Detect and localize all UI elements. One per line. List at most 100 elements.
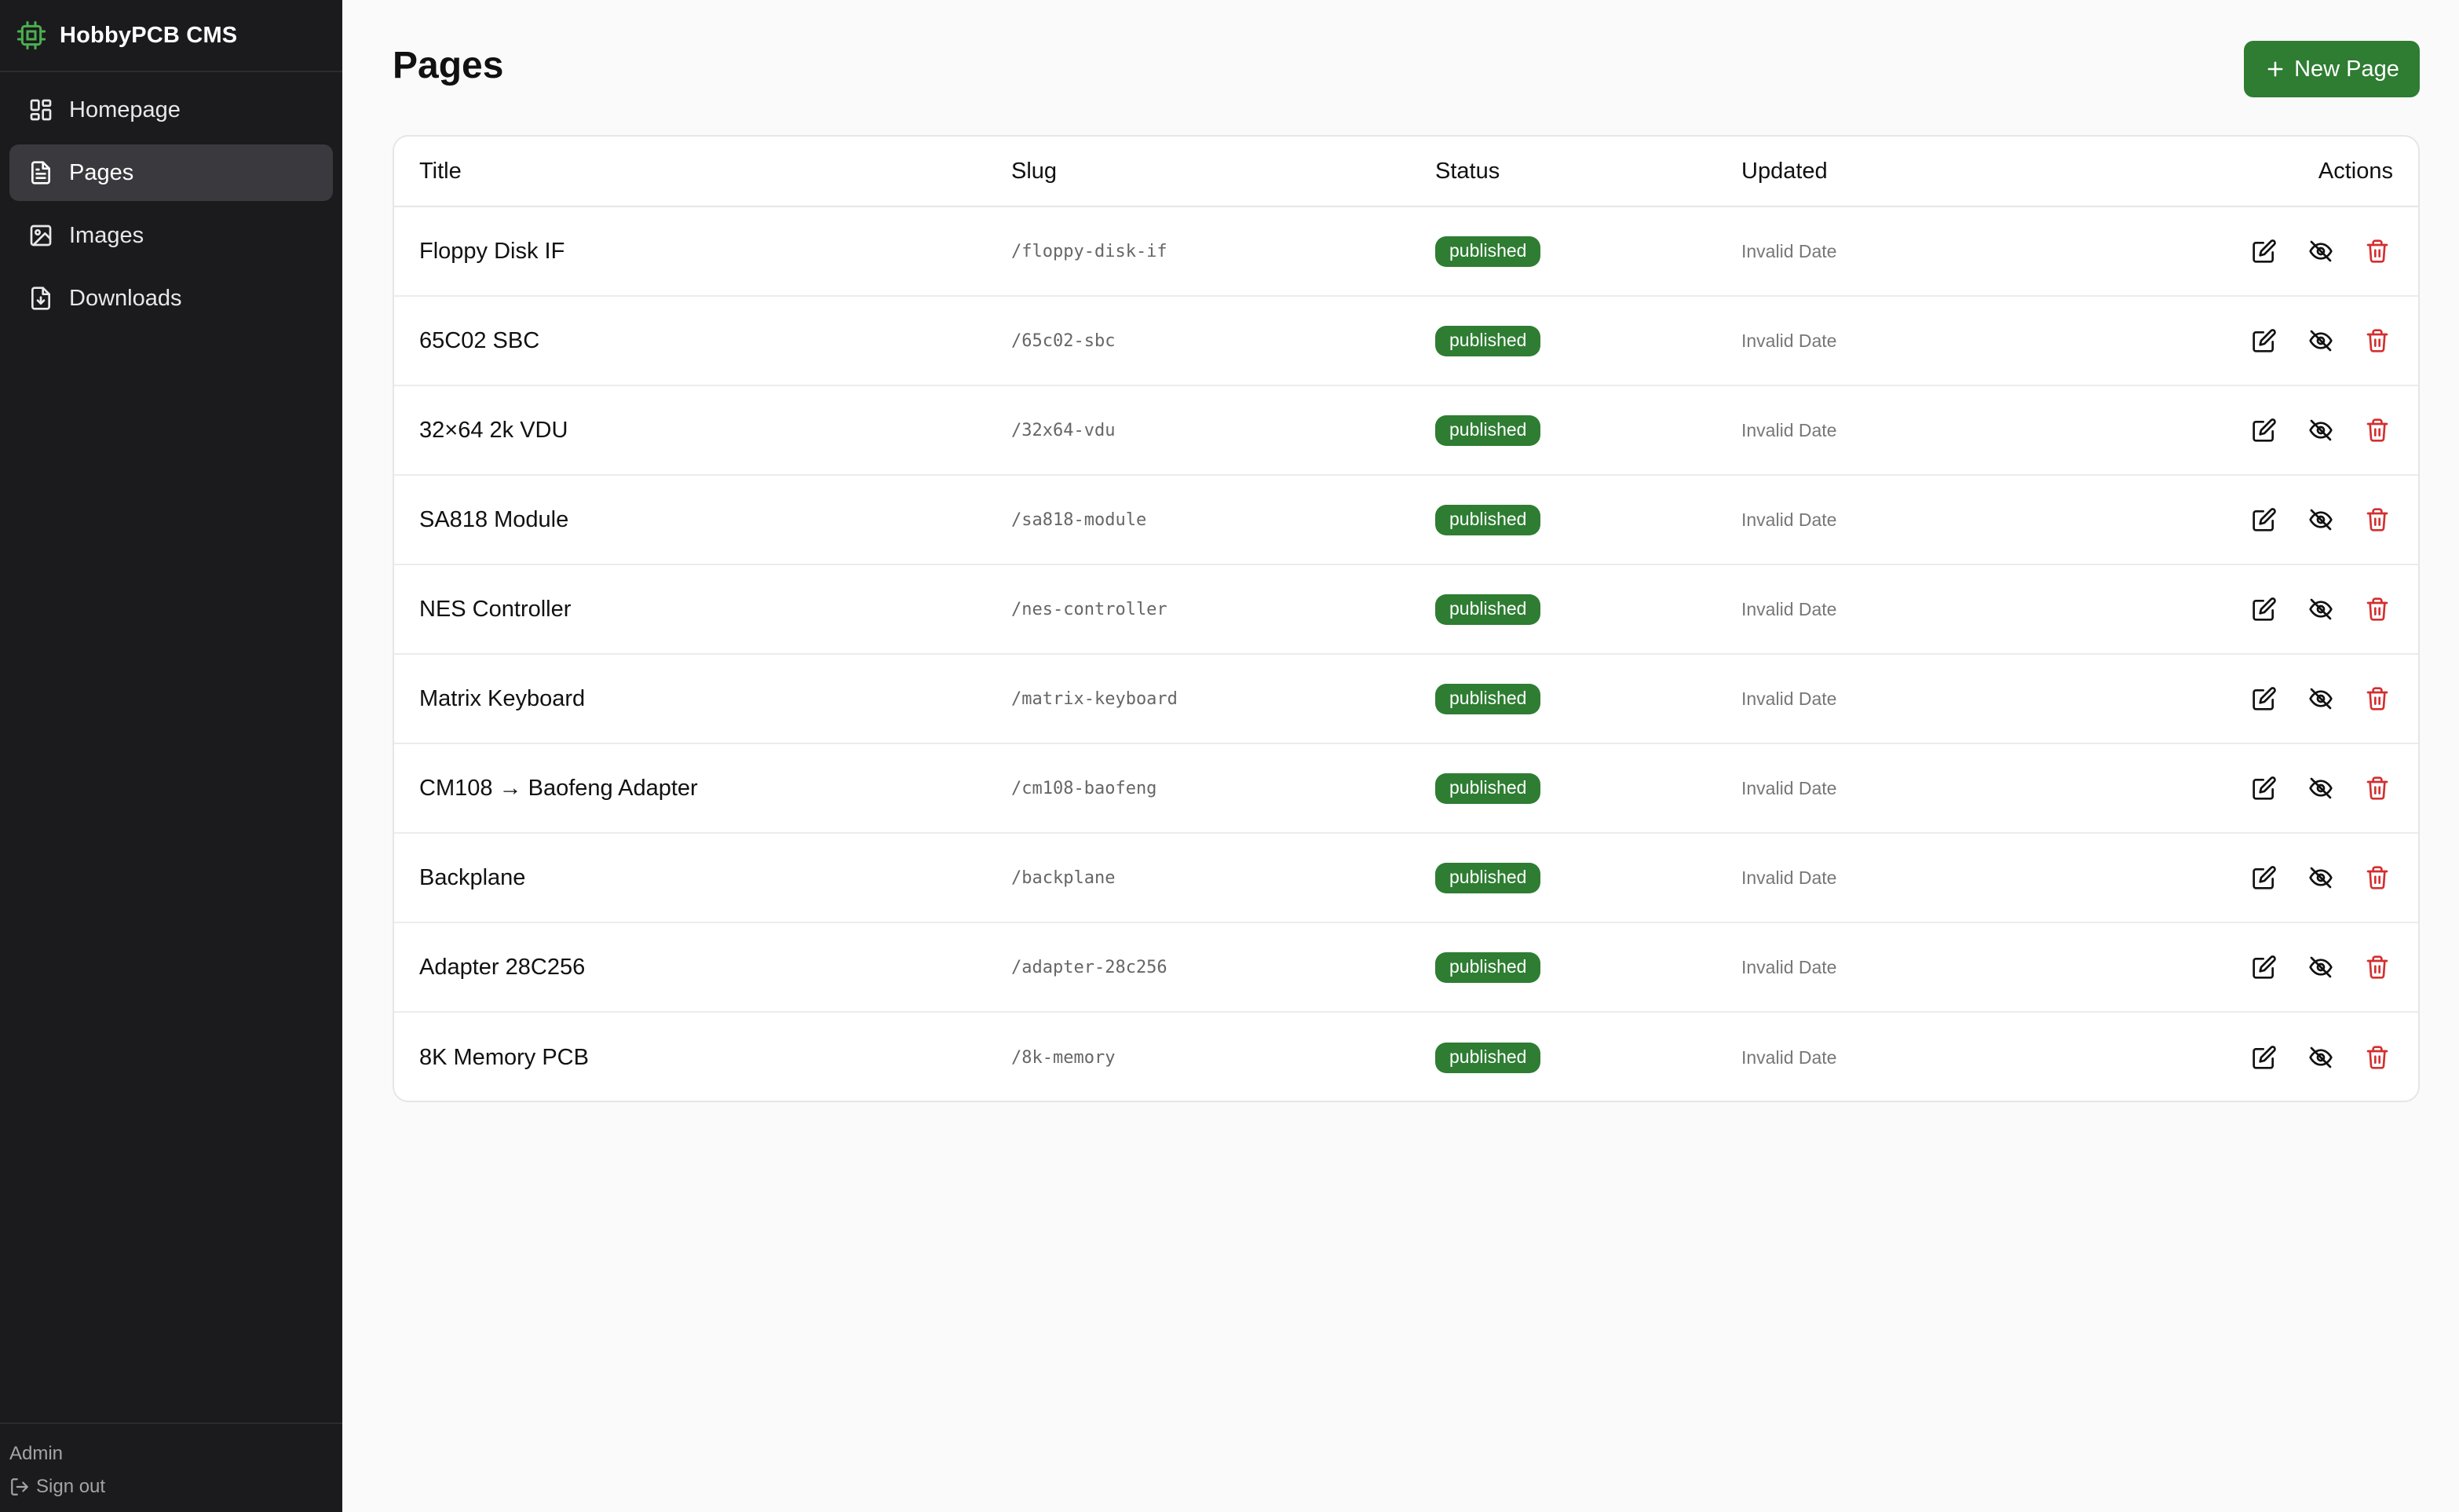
eye-off-icon[interactable] [2305, 772, 2337, 804]
row-actions [2212, 862, 2418, 893]
row-title: Adapter 28C256 [419, 954, 586, 980]
column-header-title[interactable]: Title [394, 159, 1011, 184]
row-title: Matrix Keyboard [419, 685, 586, 711]
edit-icon[interactable] [2249, 593, 2280, 625]
sidebar-item-pages[interactable]: Pages [9, 144, 333, 201]
page-title: Pages [393, 45, 504, 86]
table-row[interactable]: 8K Memory PCB /8k-memory published Inval… [394, 1013, 2418, 1101]
row-updated: Invalid Date [1741, 867, 1837, 888]
status-badge: published [1435, 683, 1541, 714]
sidebar-footer: Admin Sign out [0, 1423, 342, 1512]
row-updated: Invalid Date [1741, 240, 1837, 261]
row-title: SA818 Module [419, 506, 569, 532]
row-status-cell: published [1435, 1042, 1741, 1073]
table-row[interactable]: NES Controller /nes-controller published… [394, 565, 2418, 655]
table-row[interactable]: Matrix Keyboard /matrix-keyboard publish… [394, 655, 2418, 744]
row-slug: /matrix-keyboard [1011, 688, 1178, 709]
row-title: Floppy Disk IF [419, 238, 565, 264]
column-header-actions: Actions [2318, 158, 2393, 184]
row-updated: Invalid Date [1741, 956, 1837, 977]
table-row[interactable]: Floppy Disk IF /floppy-disk-if published… [394, 207, 2418, 297]
row-slug: /65c02-sbc [1011, 331, 1116, 351]
trash-icon[interactable] [2362, 236, 2393, 267]
row-actions [2212, 593, 2418, 625]
row-slug: /backplane [1011, 867, 1116, 888]
edit-icon[interactable] [2249, 1042, 2280, 1073]
row-title: CM108 → Baofeng Adapter [419, 775, 698, 801]
file-download-icon [28, 286, 53, 311]
edit-icon[interactable] [2249, 325, 2280, 356]
edit-icon[interactable] [2249, 951, 2280, 983]
row-actions [2212, 325, 2418, 356]
edit-icon[interactable] [2249, 504, 2280, 535]
pages-table: Title Slug Status Updated Actions Floppy… [393, 135, 2420, 1102]
trash-icon[interactable] [2362, 504, 2393, 535]
row-updated: Invalid Date [1741, 1046, 1837, 1068]
edit-icon[interactable] [2249, 236, 2280, 267]
current-user: Admin [9, 1443, 64, 1464]
row-title: 32×64 2k VDU [419, 417, 568, 443]
table-row[interactable]: Adapter 28C256 /adapter-28c256 published… [394, 923, 2418, 1013]
edit-icon[interactable] [2249, 415, 2280, 446]
app-title: HobbyPCB CMS [60, 22, 238, 48]
main-content: Pages New Page Title Slug Status Updated… [342, 0, 2459, 1512]
sidebar-item-images[interactable]: Images [9, 207, 333, 264]
trash-icon[interactable] [2362, 593, 2393, 625]
sidebar-item-homepage[interactable]: Homepage [9, 82, 333, 138]
edit-icon[interactable] [2249, 862, 2280, 893]
table-row[interactable]: CM108 → Baofeng Adapter /cm108-baofeng p… [394, 744, 2418, 834]
brand: HobbyPCB CMS [0, 0, 342, 72]
table-row[interactable]: Backplane /backplane published Invalid D… [394, 834, 2418, 923]
row-actions [2212, 504, 2418, 535]
column-header-updated[interactable]: Updated [1741, 159, 2212, 184]
trash-icon[interactable] [2362, 1042, 2393, 1073]
eye-off-icon[interactable] [2305, 415, 2337, 446]
row-status-cell: published [1435, 593, 1741, 625]
eye-off-icon[interactable] [2305, 236, 2337, 267]
edit-icon[interactable] [2249, 772, 2280, 804]
sidebar: HobbyPCB CMS Homepage Pages Images Downl… [0, 0, 342, 1512]
eye-off-icon[interactable] [2305, 504, 2337, 535]
sign-out-button[interactable]: Sign out [9, 1476, 333, 1498]
row-actions [2212, 415, 2418, 446]
row-title: 65C02 SBC [419, 327, 540, 353]
eye-off-icon[interactable] [2305, 325, 2337, 356]
log-out-icon [9, 1477, 30, 1497]
table-row[interactable]: SA818 Module /sa818-module published Inv… [394, 476, 2418, 565]
row-slug: /cm108-baofeng [1011, 778, 1157, 798]
column-header-status[interactable]: Status [1435, 159, 1741, 184]
trash-icon[interactable] [2362, 862, 2393, 893]
row-status-cell: published [1435, 772, 1741, 804]
row-status-cell: published [1435, 236, 1741, 267]
row-status-cell: published [1435, 504, 1741, 535]
table-row[interactable]: 65C02 SBC /65c02-sbc published Invalid D… [394, 297, 2418, 386]
sidebar-item-label: Pages [69, 159, 134, 185]
table-row[interactable]: 32×64 2k VDU /32x64-vdu published Invali… [394, 386, 2418, 476]
eye-off-icon[interactable] [2305, 951, 2337, 983]
trash-icon[interactable] [2362, 325, 2393, 356]
trash-icon[interactable] [2362, 951, 2393, 983]
row-slug: /sa818-module [1011, 509, 1147, 530]
row-status-cell: published [1435, 951, 1741, 983]
sidebar-item-downloads[interactable]: Downloads [9, 270, 333, 327]
trash-icon[interactable] [2362, 415, 2393, 446]
eye-off-icon[interactable] [2305, 862, 2337, 893]
row-updated: Invalid Date [1741, 330, 1837, 351]
eye-off-icon[interactable] [2305, 1042, 2337, 1073]
trash-icon[interactable] [2362, 772, 2393, 804]
column-header-slug[interactable]: Slug [1011, 159, 1435, 184]
status-badge: published [1435, 1042, 1541, 1073]
edit-icon[interactable] [2249, 683, 2280, 714]
table-body: Floppy Disk IF /floppy-disk-if published… [394, 207, 2418, 1101]
trash-icon[interactable] [2362, 683, 2393, 714]
row-slug: /8k-memory [1011, 1047, 1116, 1068]
row-slug: /nes-controller [1011, 599, 1167, 619]
row-slug: /adapter-28c256 [1011, 957, 1167, 977]
eye-off-icon[interactable] [2305, 683, 2337, 714]
eye-off-icon[interactable] [2305, 593, 2337, 625]
row-actions [2212, 772, 2418, 804]
new-page-button[interactable]: New Page [2244, 41, 2420, 97]
row-updated: Invalid Date [1741, 598, 1837, 619]
row-updated: Invalid Date [1741, 777, 1837, 798]
row-title: Backplane [419, 864, 526, 890]
